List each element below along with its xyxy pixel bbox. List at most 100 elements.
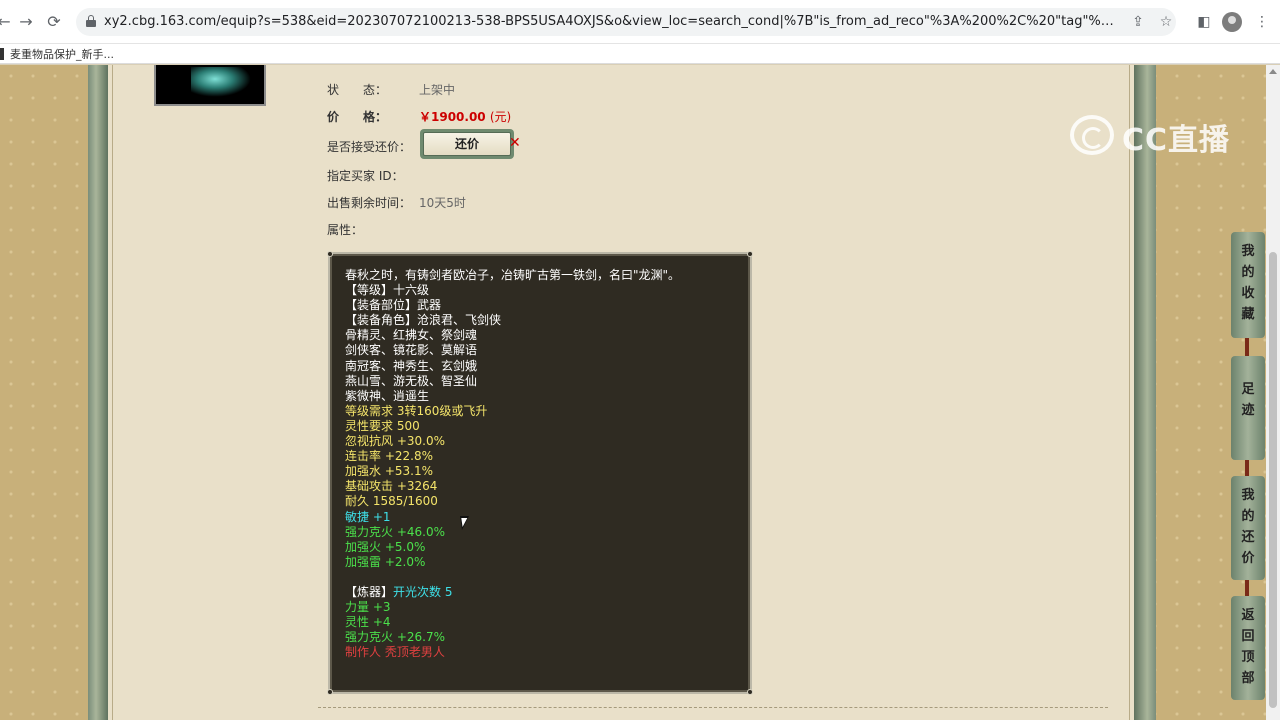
attributes-panel: 春秋之时，有铸剑者欧冶子，冶铸旷古第一铁剑，名曰"龙渊"。 【等级】十六级 【装备部…	[327, 251, 753, 695]
watermark-logo: CC直播	[1070, 115, 1242, 158]
attribute-line: 【装备角色】沧浪君、飞剑侠	[345, 313, 740, 328]
attribute-text: 灵性要求 500	[345, 418, 420, 433]
history-button[interactable]: 足迹	[1231, 356, 1265, 460]
attribute-line: 加强水 +53.1%	[345, 464, 740, 479]
logo-icon	[1070, 115, 1114, 155]
back-to-top-label: 返回顶部	[1241, 608, 1255, 686]
remaining-time-label: 出售剩余时间：	[327, 196, 412, 210]
corner-ornament	[327, 689, 333, 695]
divider	[1129, 65, 1130, 720]
attribute-text: 忽视抗风 +30.0%	[345, 434, 445, 449]
attribute-line: 【装备部位】武器	[345, 298, 740, 313]
side-panel-icon[interactable]: ◧	[1194, 12, 1214, 32]
attribute-line: 等级需求 3转160级或飞升	[345, 404, 740, 419]
url-text[interactable]: xy2.cbg.163.com/equip?s=538&eid=20230707…	[104, 8, 1114, 36]
bookmark-star-icon[interactable]: ☆	[1156, 12, 1176, 32]
attribute-text: 加强雷 +2.0%	[345, 554, 426, 569]
attribute-text: 强力克火 +26.7%	[345, 630, 445, 645]
reload-icon[interactable]: ⟳	[44, 12, 64, 32]
attribute-line: 灵性 +4	[345, 615, 740, 630]
forward-arrow-icon[interactable]: →	[16, 12, 36, 32]
attributes-list: 春秋之时，有铸剑者欧冶子，冶铸旷古第一铁剑，名曰"龙渊"。 【等级】十六级 【装备部…	[345, 268, 740, 660]
attribute-text: 【装备角色】沧浪君、飞剑侠	[345, 313, 502, 328]
bookmarks-bar: 麦重物品保护_新手...	[0, 44, 1280, 64]
remaining-time-value: 10天5时	[419, 196, 466, 210]
attribute-text: 【炼器】	[345, 584, 394, 599]
menu-connector	[1245, 580, 1249, 596]
scrollbar[interactable]	[1266, 65, 1280, 720]
attribute-line: 春秋之时，有铸剑者欧冶子，冶铸旷古第一铁剑，名曰"龙渊"。	[345, 268, 740, 283]
frame-left	[88, 65, 108, 720]
history-label: 足迹	[1241, 382, 1255, 418]
scrollbar-thumb[interactable]	[1269, 252, 1277, 708]
attribute-text: 基础攻击 +3264	[345, 479, 438, 494]
attribute-line: 制作人 秃顶老男人	[345, 645, 740, 660]
browser-toolbar: ← → ⟳ xy2.cbg.163.com/equip?s=538&eid=20…	[0, 0, 1280, 44]
status-label: 状 态：	[327, 83, 388, 97]
menu-connector	[1245, 338, 1249, 356]
counter-offer-label: 是否接受还价：	[327, 140, 412, 154]
divider	[112, 65, 113, 720]
attribute-line: 耐久 1585/1600	[345, 494, 740, 509]
divider	[318, 707, 1108, 708]
price-amount: ￥1900.00	[419, 110, 486, 124]
status-row: 状 态： 上架中	[327, 81, 455, 98]
share-icon[interactable]: ⇪	[1128, 12, 1148, 32]
attribute-text: 紫微神、逍遥生	[345, 388, 430, 403]
price-label: 价 格：	[327, 110, 388, 124]
scroll-up-arrow-icon[interactable]	[1269, 69, 1277, 74]
attributes-label: 属性：	[327, 223, 364, 237]
more-menu-icon[interactable]: ⋮	[1252, 12, 1272, 32]
attribute-line: 【炼器】开光次数 5	[345, 585, 740, 600]
attribute-text: 等级需求 3转160级或飞升	[345, 403, 488, 418]
attribute-line: 强力克火 +46.0%	[345, 525, 740, 540]
counter-offer-button[interactable]: 还价	[420, 129, 514, 159]
attribute-line: 南冠客、神秀生、玄剑娥	[345, 359, 740, 374]
attribute-text: 强力克火 +46.0%	[345, 524, 445, 539]
counter-offer-button-label: 还价	[423, 132, 511, 156]
attribute-line: 敏捷 +1	[345, 510, 740, 525]
my-offers-button[interactable]: 我的还价	[1231, 476, 1265, 580]
attribute-text: 灵性 +4	[345, 615, 391, 630]
price-row: 价 格： ￥1900.00 (元)	[327, 108, 511, 125]
back-arrow-icon[interactable]: ←	[0, 12, 14, 32]
attribute-text: 【等级】十六级	[345, 283, 430, 298]
attribute-text: 春秋之时，有铸剑者欧冶子，冶铸旷古第一铁剑，名曰"龙渊"。	[345, 268, 681, 282]
close-icon: ✕	[509, 135, 521, 151]
attribute-line: 骨精灵、红拂女、祭剑魂	[345, 328, 740, 343]
attribute-text: 【装备部位】武器	[345, 298, 442, 313]
address-bar[interactable]: xy2.cbg.163.com/equip?s=538&eid=20230707…	[76, 8, 1176, 36]
attributes-row: 属性：	[327, 221, 363, 238]
price-unit: (元)	[489, 110, 512, 124]
price-value: ￥1900.00 (元)	[419, 108, 511, 125]
menu-connector	[1245, 460, 1249, 476]
attribute-text: 南冠客、神秀生、玄剑娥	[345, 358, 478, 373]
attribute-line: 紫微神、逍遥生	[345, 389, 740, 404]
profile-avatar[interactable]	[1222, 12, 1242, 32]
attribute-text: 剑侠客、镜花影、莫解语	[345, 343, 478, 358]
attribute-line: 灵性要求 500	[345, 419, 740, 434]
bookmark-item[interactable]: 麦重物品保护_新手...	[10, 46, 114, 62]
buyer-id-row: 指定买家 ID：	[327, 167, 404, 184]
bookmark-icon	[0, 48, 4, 60]
favorites-button[interactable]: 我的收藏	[1231, 232, 1265, 338]
mouse-cursor-icon	[460, 516, 471, 530]
corner-ornament	[747, 251, 753, 257]
attribute-line: 连击率 +22.8%	[345, 449, 740, 464]
watermark-text: CC直播	[1122, 123, 1231, 158]
attribute-text: 制作人 秃顶老男人	[345, 645, 445, 660]
attribute-line: 忽视抗风 +30.0%	[345, 434, 740, 449]
favorites-label: 我的收藏	[1241, 244, 1255, 322]
buyer-id-label: 指定买家 ID：	[327, 169, 404, 183]
equipment-thumbnail[interactable]	[154, 65, 266, 106]
attribute-suffix: 开光次数 5	[393, 584, 453, 599]
back-to-top-button[interactable]: 返回顶部	[1231, 596, 1265, 700]
frame-right	[1134, 65, 1156, 720]
attribute-line: 剑侠客、镜花影、莫解语	[345, 343, 740, 358]
lock-icon[interactable]	[86, 15, 96, 27]
corner-ornament	[327, 251, 333, 257]
attribute-line: 加强火 +5.0%	[345, 540, 740, 555]
attribute-text: 加强水 +53.1%	[345, 464, 433, 479]
status-value: 上架中	[419, 83, 456, 97]
attribute-text: 敏捷 +1	[345, 509, 391, 524]
